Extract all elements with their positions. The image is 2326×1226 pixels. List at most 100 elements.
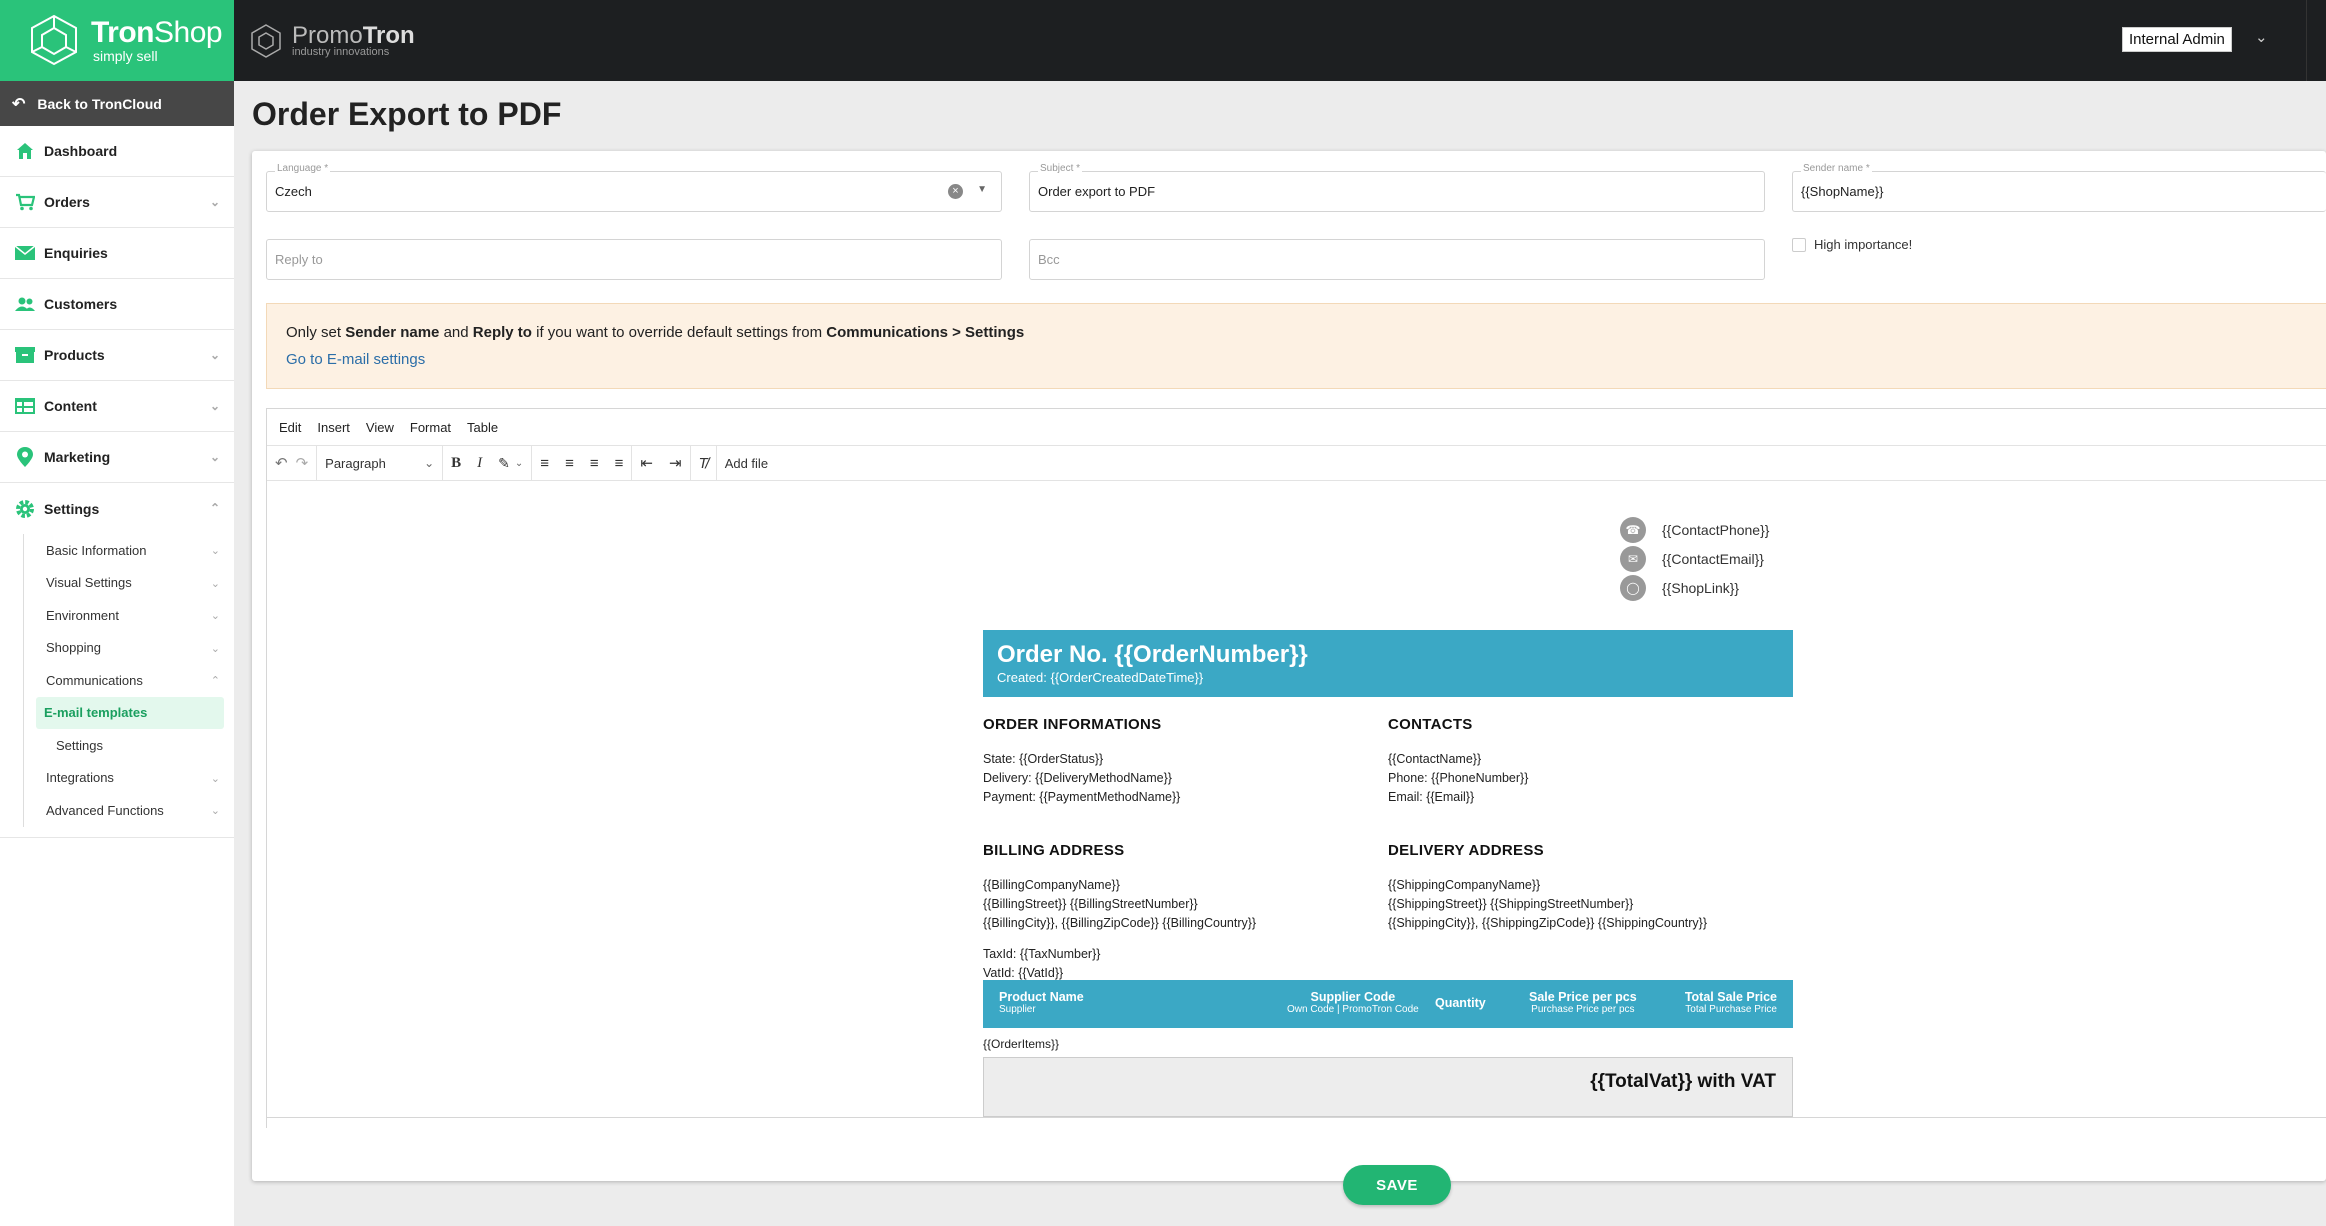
contacts-line: Phone: {{PhoneNumber}} [1388,771,1529,785]
editor-content[interactable]: ☎ {{ContactPhone}} ✉ {{ContactEmail}} ◯ {{S… [267,482,2326,1117]
align-left-icon[interactable]: ≡ [532,446,557,481]
subitem-label: Communications [46,672,143,688]
delivery-lines: {{ShippingCompanyName}} {{ShippingStreet… [1388,876,1707,933]
billing-line: {{BillingStreet}} {{BillingStreetNumber}… [983,897,1198,911]
menu-edit[interactable]: Edit [279,420,301,435]
sidebar-item-label: Orders [44,194,90,210]
sidebar-subitem-communications[interactable]: Communications ⌃ [24,664,234,697]
sidebar-item-orders[interactable]: Orders ⌄ [0,177,234,228]
mail-icon: ✉ [1620,546,1646,572]
subitem-label: Basic Information [46,542,147,558]
back-to-troncloud-link[interactable]: ↶ Back to TronCloud [0,81,234,126]
undo-icon[interactable]: ↶ [267,446,296,481]
chevron-down-icon: ⌄ [210,545,220,557]
box-icon [14,344,36,366]
sidebar-subitem-integrations[interactable]: Integrations ⌄ [24,762,234,795]
sidebar-item-label: Enquiries [44,245,108,261]
reply-to-placeholder: Reply to [275,252,323,267]
language-select[interactable]: Language * Czech × ▼ [266,163,1002,212]
scrollbar[interactable] [2306,0,2326,81]
clear-icon[interactable]: × [948,184,963,199]
cart-icon [14,191,36,213]
sidebar-subitem-email-templates[interactable]: E-mail templates [36,696,224,729]
sidebar-item-customers[interactable]: Customers [0,279,234,330]
chevron-up-icon: ⌃ [209,501,220,515]
bcc-placeholder: Bcc [1038,252,1060,267]
brand-logo[interactable]: TronShop simply sell [0,0,234,81]
contacts-lines: {{ContactName}} Phone: {{PhoneNumber}} E… [1388,750,1528,807]
sidebar-subitem-communications-settings[interactable]: Settings [24,729,234,762]
sidebar-item-products[interactable]: Products ⌄ [0,330,234,381]
order-created: Created: {{OrderCreatedDateTime}} [997,670,1204,685]
user-name-badge[interactable]: Internal Admin [2122,27,2232,52]
delivery-line: {{ShippingCity}}, {{ShippingZipCode}} {{… [1388,916,1708,930]
subitem-label: Visual Settings [46,575,132,591]
sidebar-item-enquiries[interactable]: Enquiries [0,228,234,279]
italic-icon[interactable]: I [469,446,490,481]
gear-icon [14,498,36,520]
bcc-field[interactable]: Bcc [1029,239,1765,280]
col-product: Product Name Supplier [999,990,1084,1015]
shop-link: {{ShopLink}} [1662,580,1740,596]
redo-icon[interactable]: ↷ [296,446,317,481]
align-center-icon[interactable]: ≡ [557,446,582,481]
order-info-line: Delivery: {{DeliveryMethodName}} [983,771,1172,785]
col-total-price: Total Sale Price Total Purchase Price [1684,990,1777,1015]
reply-to-field[interactable]: Reply to [266,239,1002,280]
page-title: Order Export to PDF [252,96,562,132]
order-title: Order No. {{OrderNumber}} [997,641,1308,668]
billing-title: BILLING ADDRESS [983,842,1125,859]
outdent-icon[interactable]: ⇤ [632,446,661,481]
top-bar: TronShop simply sell PromoTron industry … [0,0,2326,81]
menu-insert[interactable]: Insert [317,420,350,435]
sidebar-item-marketing[interactable]: Marketing ⌄ [0,432,234,483]
sidebar-subitem-environment[interactable]: Environment ⌄ [24,599,234,632]
sidebar-item-settings[interactable]: Settings ⌃ [0,483,234,534]
chevron-down-icon: ⌄ [209,195,220,209]
email-settings-link[interactable]: Go to E-mail settings [286,351,425,368]
bold-icon[interactable]: B [443,446,469,481]
align-justify-icon[interactable]: ≡ [607,446,632,481]
caret-down-icon[interactable]: ▼ [977,184,987,195]
settings-section: Settings ⌃ Basic Information ⌄ Visual Set… [0,483,234,838]
chevron-down-icon[interactable]: ⌄ [2255,28,2268,46]
subject-field[interactable]: Subject * Order export to PDF [1029,163,1765,212]
sidebar-subitem-advanced-functions[interactable]: Advanced Functions ⌄ [24,794,234,827]
back-arrow-icon: ↶ [12,95,26,113]
brand-tagline: simply sell [93,48,158,64]
sidebar-subitem-visual-settings[interactable]: Visual Settings ⌄ [24,567,234,600]
chevron-down-icon: ⌄ [209,348,220,362]
align-right-icon[interactable]: ≡ [582,446,607,481]
brand-name: TronShop [91,16,223,49]
sender-name-value: {{ShopName}} [1801,184,1884,199]
menu-view[interactable]: View [366,420,394,435]
home-icon [14,140,36,162]
partner-tagline: industry innovations [292,46,390,58]
sender-name-field[interactable]: Sender name * {{ShopName}} [1792,163,2326,212]
sidebar-item-content[interactable]: Content ⌄ [0,381,234,432]
high-importance-checkbox[interactable]: High importance! [1792,237,1912,252]
sidebar-item-dashboard[interactable]: Dashboard [0,126,234,177]
block-format-select[interactable]: Paragraph ⌄ [317,446,442,481]
template-form-card: Language * Czech × ▼ Subject * Order exp… [252,151,2326,1181]
save-button[interactable]: SAVE [1343,1165,1451,1205]
checkbox-box[interactable] [1792,237,1806,252]
menu-table[interactable]: Table [467,420,498,435]
notice-message: Only set Sender name and Reply to if you… [286,324,1025,341]
menu-format[interactable]: Format [410,420,451,435]
editor-statusbar [267,1117,2326,1129]
add-file-button[interactable]: Add file [717,446,776,481]
contact-phone-row: ☎ {{ContactPhone}} [1620,517,1769,543]
sidebar: ↶ Back to TronCloud Dashboard Orders ⌄ E… [0,81,234,1226]
tax-line: TaxId: {{TaxNumber}} [983,947,1101,961]
sidebar-subitem-shopping[interactable]: Shopping ⌄ [24,632,234,665]
clear-format-icon[interactable]: T̸ [691,446,716,481]
highlight-icon[interactable]: ✎ ⌄ [490,446,531,481]
contact-email-row: ✉ {{ContactEmail}} [1620,546,1764,572]
sidebar-subitem-basic-information[interactable]: Basic Information ⌄ [24,534,234,567]
sidebar-item-label: Customers [44,296,118,312]
sidebar-item-label: Settings [44,500,100,517]
subject-value: Order export to PDF [1038,184,1156,199]
indent-icon[interactable]: ⇥ [661,446,690,481]
chevron-up-icon: ⌃ [210,675,220,687]
